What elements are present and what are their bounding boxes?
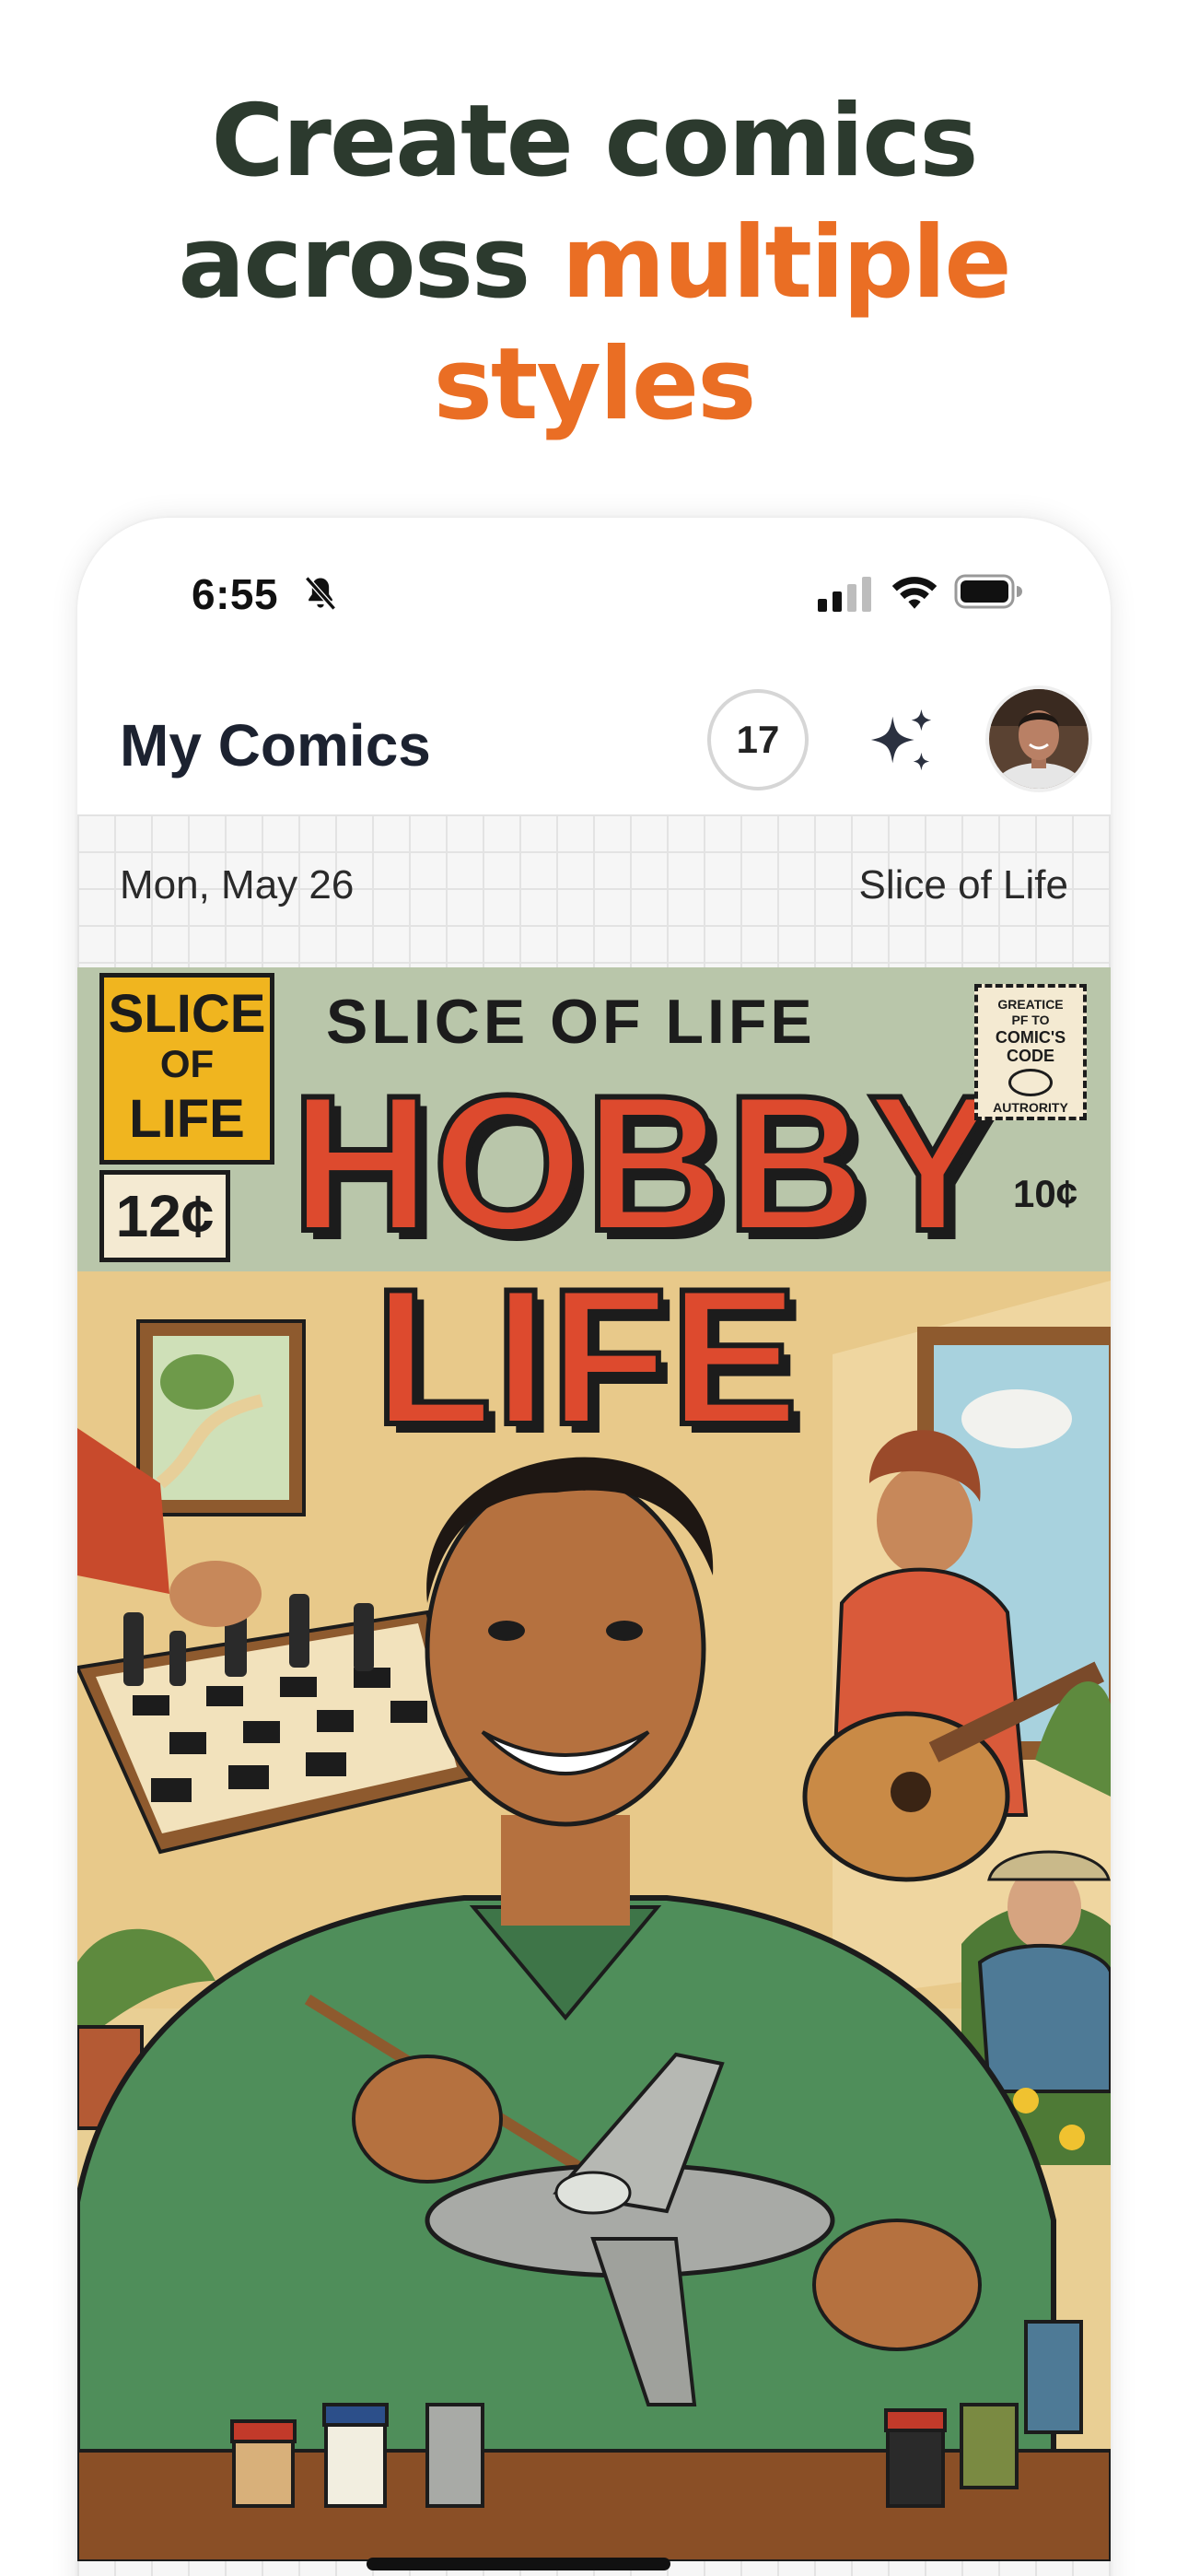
seal-line4: CODE	[1006, 1047, 1054, 1065]
cover-price: 10¢	[1013, 1172, 1078, 1215]
battery-icon	[954, 574, 1022, 609]
comic-style: Slice of Life	[858, 862, 1068, 907]
corner-tag-line3: LIFE	[129, 1089, 245, 1149]
app-bar: My Comics 17	[77, 674, 1111, 811]
status-bar: 6:55	[77, 518, 1111, 665]
comic-date: Mon, May 26	[120, 862, 355, 907]
comic-cover[interactable]: SLICE OF LIFE 12¢ SLICE OF LIFE HOBBY LI…	[77, 967, 1111, 2561]
seal-line3: COMIC'S	[995, 1028, 1066, 1047]
comic-entry-header: Mon, May 26 Slice of Life	[77, 814, 1111, 966]
cover-title-line2: LIFE	[371, 1246, 801, 1468]
status-time: 6:55	[192, 570, 279, 618]
bell-slash-icon	[305, 576, 336, 611]
headline-line2: across	[178, 205, 562, 321]
corner-tag-line2: OF	[159, 1042, 215, 1085]
cover-corner-price: 12¢	[99, 1170, 230, 1262]
seal-emblem-icon	[1008, 1069, 1053, 1096]
marketing-headline: Create comics across multiple styles	[0, 81, 1188, 446]
cover-title-line1: HOBBY	[288, 1052, 999, 1274]
cover-corner-tag: SLICE OF LIFE	[99, 973, 274, 1165]
seal-line2: PF TO	[1011, 1013, 1050, 1027]
home-indicator[interactable]	[367, 2558, 670, 2570]
comics-code-seal: GREATICE PF TO COMIC'S CODE AUTRORITY	[974, 984, 1087, 1120]
seal-line5: AUTRORITY	[993, 1100, 1068, 1115]
corner-tag-line1: SLICE	[108, 984, 266, 1044]
phone-frame: 6:55 My Comics 17 Mon, May 26 Slice of L…	[77, 518, 1111, 2576]
sparkle-icon[interactable]	[866, 706, 938, 778]
cover-series: SLICE OF LIFE	[326, 987, 816, 1057]
avatar[interactable]	[985, 685, 1092, 792]
headline-accent: multiple	[561, 205, 1012, 321]
cellular-signal-icon	[818, 577, 871, 612]
headline-line3: styles	[433, 327, 757, 442]
headline-line1: Create comics	[211, 84, 978, 199]
seal-line1: GREATICE	[997, 997, 1064, 1012]
wifi-icon	[891, 577, 938, 609]
page-title: My Comics	[120, 712, 431, 779]
credits-badge[interactable]: 17	[707, 689, 809, 790]
